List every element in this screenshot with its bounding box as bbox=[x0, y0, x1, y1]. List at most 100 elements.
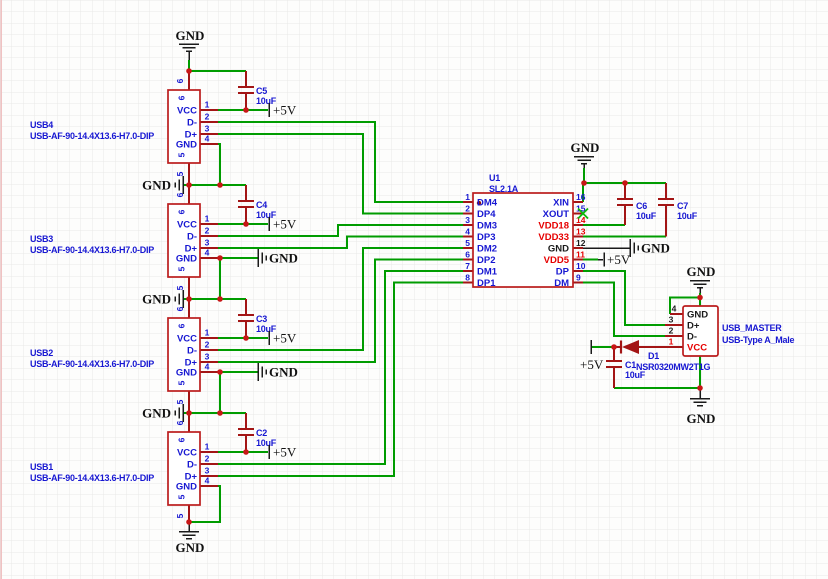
pin-number: 2 bbox=[669, 326, 674, 336]
pin-name: D- bbox=[187, 346, 197, 357]
net-label: +5V bbox=[607, 252, 631, 267]
pin-number: 7 bbox=[465, 261, 470, 271]
pin-name: 5 bbox=[177, 152, 187, 157]
pin-number: 5 bbox=[465, 238, 470, 248]
pin-name: 6 bbox=[177, 209, 187, 214]
net-label: +5V bbox=[273, 217, 297, 232]
pin-name: DP bbox=[556, 267, 570, 278]
power-flag-5v[interactable]: +5V bbox=[269, 103, 297, 118]
pin-name: VCC bbox=[177, 220, 197, 231]
pin-name: VDD5 bbox=[544, 255, 570, 266]
pin-number: 8 bbox=[465, 273, 470, 283]
pin-name: 5 bbox=[177, 380, 187, 385]
pin-name: D+ bbox=[687, 321, 700, 332]
component-footprint: USB-AF-90-14.4X13.6-H7.0-DIP bbox=[30, 359, 154, 369]
pin-name: DM bbox=[554, 278, 569, 289]
net-label: GND bbox=[142, 406, 171, 421]
pin-name: D- bbox=[187, 232, 197, 243]
component-ref: U1 bbox=[489, 173, 500, 183]
pin-number: 5 bbox=[175, 513, 185, 518]
power-flag-5v[interactable]: +5V bbox=[269, 331, 297, 346]
pin-name: XOUT bbox=[543, 209, 570, 220]
pin-name: GND bbox=[176, 254, 197, 265]
pin-name: D- bbox=[687, 332, 697, 343]
pin-number: 5 bbox=[175, 399, 185, 404]
pin-number: 4 bbox=[205, 362, 210, 372]
component-ref: C5 bbox=[256, 86, 267, 96]
power-flag-5v[interactable]: +5V bbox=[269, 217, 297, 232]
pin-name: GND bbox=[548, 244, 569, 255]
pin-name: XIN bbox=[553, 198, 569, 209]
pin-number: 2 bbox=[205, 454, 210, 464]
component-ref: USB3 bbox=[30, 234, 53, 244]
pin-name: GND bbox=[176, 368, 197, 379]
pin-number: 11 bbox=[576, 250, 585, 260]
pin-number: 5 bbox=[175, 171, 185, 176]
pin-name: DM3 bbox=[477, 221, 497, 232]
component-ref: USB_MASTER bbox=[722, 323, 782, 333]
pin-number: 3 bbox=[205, 124, 210, 134]
pin-number: 3 bbox=[669, 315, 674, 325]
net-label: GND bbox=[641, 241, 670, 256]
pin-name: 6 bbox=[177, 95, 187, 100]
net-label: GND bbox=[269, 365, 298, 380]
pin-name: GND bbox=[176, 140, 197, 151]
pin-number: 10 bbox=[576, 261, 586, 271]
pin-number: 4 bbox=[205, 248, 210, 258]
pin-name: 6 bbox=[177, 437, 187, 442]
net-label: GND bbox=[142, 292, 171, 307]
net-label: +5V bbox=[580, 357, 604, 372]
schematic-sheet: VCC D- D+ GND 1 2 3 4 6 6 5 5 USB4 USB-A… bbox=[0, 0, 828, 579]
pin-number: 1 bbox=[669, 337, 674, 347]
net-label: GND bbox=[176, 540, 205, 555]
pin-name: VDD18 bbox=[538, 221, 569, 232]
component-ref: C3 bbox=[256, 314, 267, 324]
pin-name: GND bbox=[687, 310, 708, 321]
component-ref: C2 bbox=[256, 428, 267, 438]
pin-number: 6 bbox=[175, 78, 185, 83]
pin-number: 5 bbox=[175, 285, 185, 290]
schematic-canvas: VCC D- D+ GND 1 2 3 4 6 6 5 5 USB4 USB-A… bbox=[0, 0, 828, 579]
pin-name: DP4 bbox=[477, 209, 496, 220]
pin-number: 4 bbox=[672, 304, 677, 314]
pin-number: 4 bbox=[205, 134, 210, 144]
component-ref: C4 bbox=[256, 200, 267, 210]
grid bbox=[0, 0, 828, 579]
component-footprint: USB-AF-90-14.4X13.6-H7.0-DIP bbox=[30, 131, 154, 141]
component-ref: C1 bbox=[625, 360, 636, 370]
pin-name: DP1 bbox=[477, 278, 496, 289]
power-flag-5v[interactable]: +5V bbox=[269, 445, 297, 460]
pin-number: 4 bbox=[205, 476, 210, 486]
component-ref: USB4 bbox=[30, 120, 53, 130]
net-label: GND bbox=[687, 264, 716, 279]
net-label: +5V bbox=[273, 103, 297, 118]
pin-number: 2 bbox=[205, 340, 210, 350]
pin-number: 2 bbox=[205, 112, 210, 122]
component-value: 10uF bbox=[625, 370, 646, 380]
net-label: +5V bbox=[273, 331, 297, 346]
pin-number: 3 bbox=[205, 352, 210, 362]
component-ref: C7 bbox=[677, 201, 688, 211]
pin-name: 5 bbox=[177, 494, 187, 499]
component-value: NSR0320MW2T1G bbox=[636, 362, 711, 372]
pin-number: 3 bbox=[205, 238, 210, 248]
pin-name: DM2 bbox=[477, 244, 497, 255]
net-label: GND bbox=[142, 178, 171, 193]
pin-number: 1 bbox=[205, 328, 210, 338]
pin-number: 13 bbox=[576, 227, 586, 237]
pin-number: 1 bbox=[205, 214, 210, 224]
pin-number: 1 bbox=[205, 442, 210, 452]
component-value: 10uF bbox=[677, 211, 698, 221]
pin-number: 2 bbox=[205, 226, 210, 236]
pin-number: 6 bbox=[465, 250, 470, 260]
pin-number: 4 bbox=[465, 227, 470, 237]
pin-name: VCC bbox=[177, 106, 197, 117]
net-label: GND bbox=[687, 411, 716, 426]
pin-number: 12 bbox=[576, 238, 586, 248]
component-footprint: USB-AF-90-14.4X13.6-H7.0-DIP bbox=[30, 473, 154, 483]
component-footprint: USB-Type A_Male bbox=[722, 335, 795, 345]
pin-name: VDD33 bbox=[538, 232, 569, 243]
component-ref: D1 bbox=[648, 351, 659, 361]
pin-number: 1 bbox=[465, 192, 470, 202]
pin-number: 2 bbox=[465, 204, 470, 214]
